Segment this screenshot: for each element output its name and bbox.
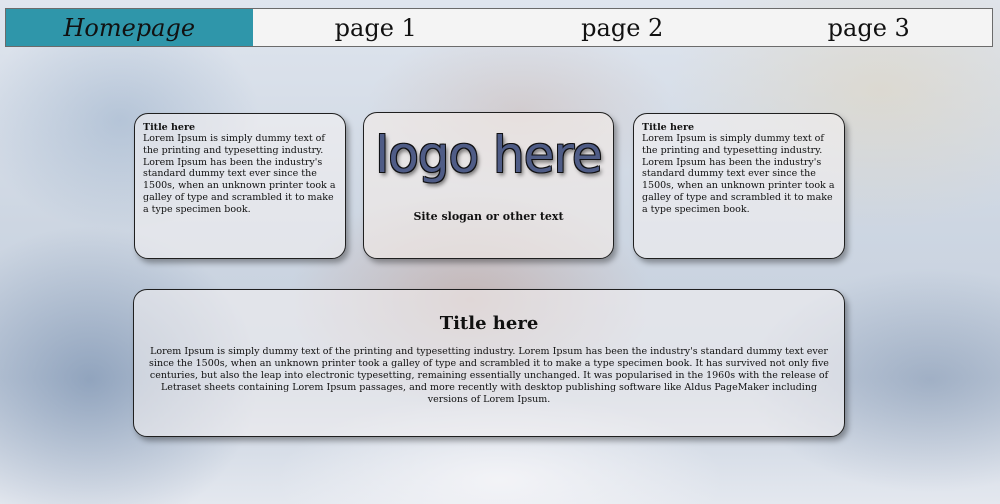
nav-item-homepage[interactable]: Homepage bbox=[6, 9, 253, 46]
nav-item-page-3[interactable]: page 3 bbox=[746, 9, 993, 46]
left-panel-title: Title here bbox=[143, 122, 196, 133]
right-panel-title: Title here bbox=[642, 122, 695, 133]
right-panel-text: Lorem Ipsum is simply dummy text of the … bbox=[642, 133, 835, 215]
right-info-panel: Title here Lorem Ipsum is simply dummy t… bbox=[633, 113, 845, 259]
logo-text: logo here bbox=[375, 126, 602, 184]
main-nav: Homepage page 1 page 2 page 3 bbox=[5, 8, 993, 47]
logo: logo here bbox=[364, 125, 613, 185]
main-content-panel: Title here Lorem Ipsum is simply dummy t… bbox=[133, 289, 845, 437]
left-info-panel: Title here Lorem Ipsum is simply dummy t… bbox=[134, 113, 346, 259]
left-panel-text: Lorem Ipsum is simply dummy text of the … bbox=[143, 133, 336, 215]
logo-panel: logo here Site slogan or other text bbox=[363, 112, 614, 259]
main-content-title: Title here bbox=[439, 313, 539, 334]
site-slogan: Site slogan or other text bbox=[413, 210, 564, 223]
nav-item-page-2[interactable]: page 2 bbox=[499, 9, 746, 46]
main-content-text: Lorem Ipsum is simply dummy text of the … bbox=[149, 346, 829, 405]
nav-item-page-1[interactable]: page 1 bbox=[253, 9, 500, 46]
